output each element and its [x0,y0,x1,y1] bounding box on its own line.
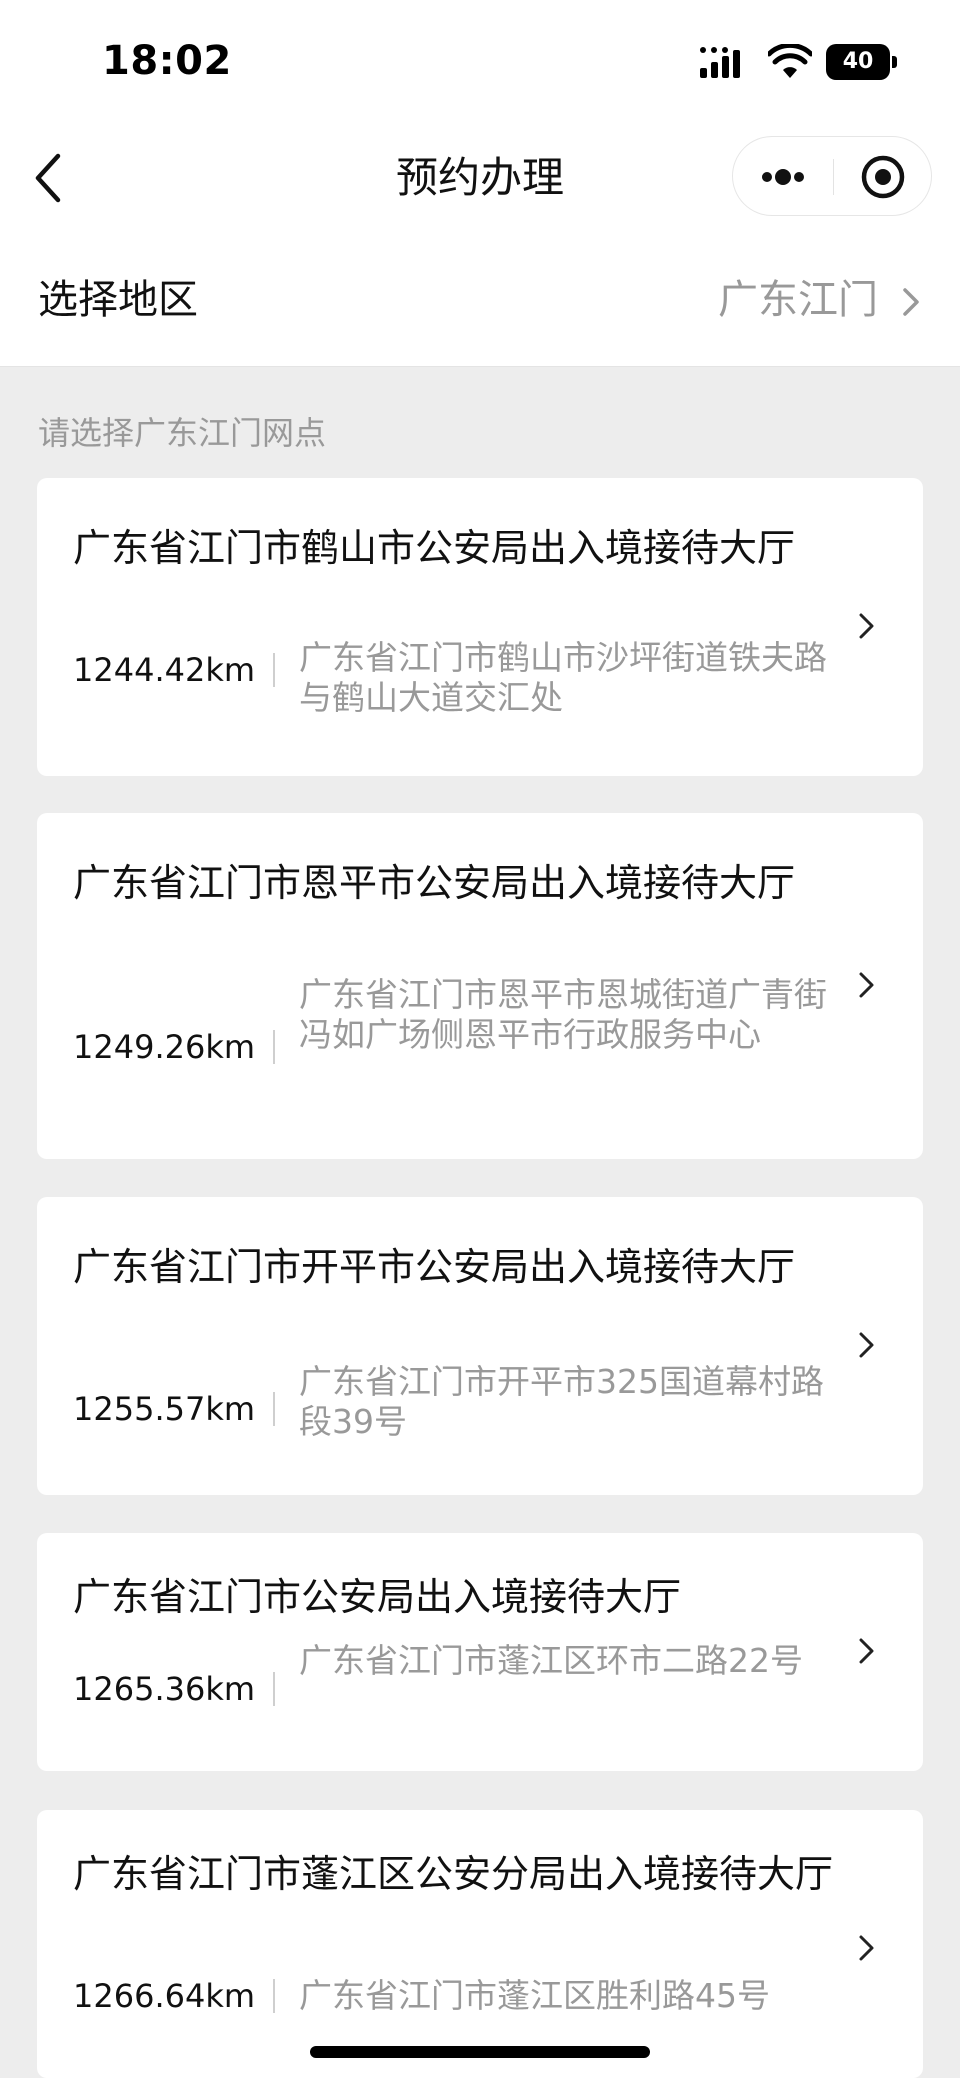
chevron-right-icon [859,1935,874,1961]
office-name: 广东省江门市开平市公安局出入境接待大厅 [73,1245,796,1289]
divider [273,1392,275,1426]
region-value: 广东江门 [718,277,878,323]
region-selector[interactable]: 选择地区 广东江门 [0,235,960,367]
nav-bar: 预约办理 [0,120,960,235]
office-distance: 1266.64km [73,1977,256,2015]
office-distance: 1244.42km [73,651,256,689]
office-distance: 1255.57km [73,1390,256,1428]
office-card[interactable]: 广东省江门市鹤山市公安局出入境接待大厅 1244.42km 广东省江门市鹤山市沙… [37,478,923,776]
office-card[interactable]: 广东省江门市蓬江区公安分局出入境接待大厅 1266.64km 广东省江门市蓬江区… [37,1810,923,2078]
more-dots-icon [762,169,804,185]
more-button[interactable] [733,137,833,217]
section-hint: 请选择广东江门网点 [38,414,327,452]
mini-program-capsule [732,136,932,216]
office-address: 广东省江门市蓬江区环市二路22号 [299,1641,803,1680]
divider [273,1672,275,1706]
office-distance: 1265.36km [73,1670,256,1708]
status-time: 18:02 [102,38,232,84]
target-close-icon [861,155,905,199]
office-address: 广东省江门市开平市325国道幕村路段39号 [299,1362,824,1441]
office-address: 广东省江门市蓬江区胜利路45号 [299,1976,770,2015]
office-address: 广东省江门市恩平市恩城街道广青街冯如广场侧恩平市行政服务中心 [299,975,827,1054]
office-distance: 1249.26km [73,1028,256,1066]
battery-icon: 40 [826,44,897,80]
status-bar: 18:02 40 [0,0,960,120]
office-card[interactable]: 广东省江门市公安局出入境接待大厅 1265.36km 广东省江门市蓬江区环市二路… [37,1533,923,1771]
chevron-right-icon [859,972,874,998]
screen: 18:02 40 预约办理 选择地区 广东江门 请选择广东江门网点 广东省江门市… [0,0,960,2078]
divider [273,1030,275,1064]
chevron-right-icon [859,1332,874,1358]
office-card[interactable]: 广东省江门市开平市公安局出入境接待大厅 1255.57km 广东省江门市开平市3… [37,1197,923,1495]
office-card[interactable]: 广东省江门市恩平市公安局出入境接待大厅 1249.26km 广东省江门市恩平市恩… [37,813,923,1159]
chevron-right-icon [859,613,874,639]
office-address: 广东省江门市鹤山市沙坪街道铁夫路与鹤山大道交汇处 [299,638,827,717]
close-button[interactable] [833,137,933,217]
signal-icon [700,47,740,78]
office-name: 广东省江门市鹤山市公安局出入境接待大厅 [73,526,796,570]
office-name: 广东省江门市公安局出入境接待大厅 [73,1575,682,1619]
region-label: 选择地区 [38,277,198,323]
divider [273,653,275,687]
office-name: 广东省江门市蓬江区公安分局出入境接待大厅 [73,1852,834,1896]
home-indicator[interactable] [310,2046,650,2058]
wifi-icon [768,44,812,78]
office-name: 广东省江门市恩平市公安局出入境接待大厅 [73,861,796,905]
divider [273,1979,275,2013]
battery-level: 40 [842,49,874,74]
chevron-right-icon [903,288,919,316]
chevron-right-icon [859,1638,874,1664]
